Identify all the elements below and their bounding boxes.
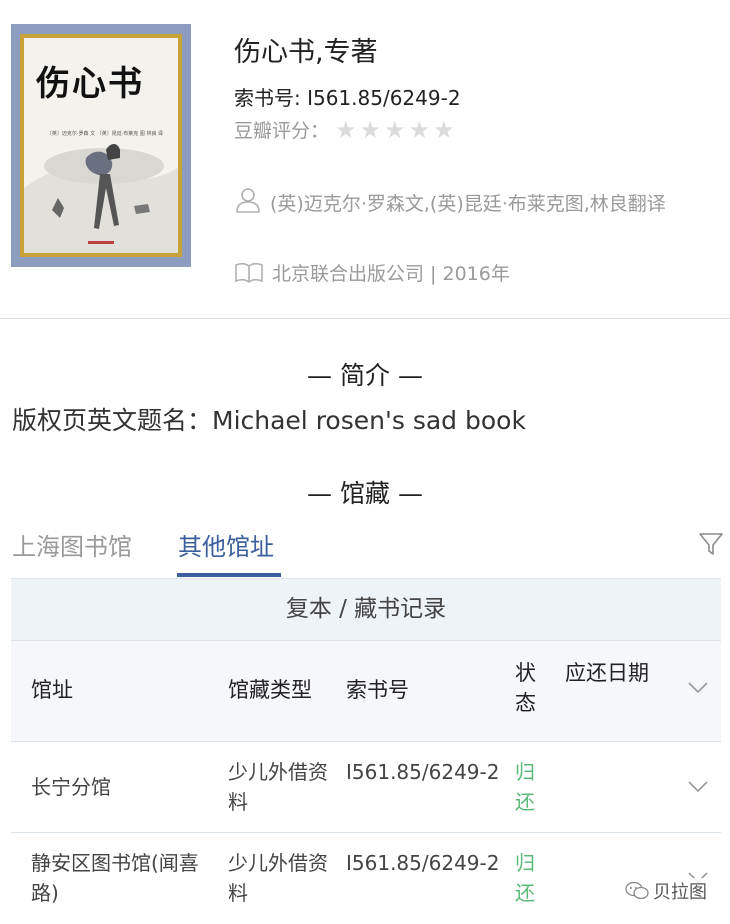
holdings-table: 复本 / 藏书记录 馆址 馆藏类型 索书号 状态 应还日期 长宁分馆 少儿外借资… — [11, 578, 721, 924]
book-cover[interactable]: 伤心书 〔英〕迈克尔·罗森 文 〔英〕昆廷·布莱克 图 林良 译 — [11, 24, 191, 267]
row-location: 静安区图书馆(闻喜路) — [31, 851, 199, 905]
col-location: 馆址 — [31, 678, 73, 702]
col-type: 馆藏类型 — [228, 678, 312, 702]
book-cover-art: 伤心书 〔英〕迈克尔·罗森 文 〔英〕昆廷·布莱克 图 林良 译 — [20, 34, 182, 257]
table-caption: 复本 / 藏书记录 — [11, 579, 721, 640]
row-type: 少儿外借资料 — [228, 760, 328, 814]
person-icon — [236, 188, 260, 213]
row-call-number: I561.85/6249-2 — [346, 851, 500, 875]
row-call-number: I561.85/6249-2 — [346, 760, 500, 784]
row-type: 少儿外借资料 — [228, 851, 328, 905]
publisher-line: 北京联合出版公司 | 2016年 — [234, 259, 510, 286]
filter-icon[interactable] — [698, 531, 724, 557]
star-icon: ★ — [384, 115, 406, 144]
chevron-down-icon[interactable] — [687, 780, 709, 794]
col-call-number: 索书号 — [346, 678, 409, 702]
watermark-text: 贝拉图 — [653, 882, 707, 903]
col-due-date: 应还日期 — [565, 661, 649, 685]
row-status: 归还 — [515, 851, 535, 905]
star-icon: ★ — [408, 115, 431, 144]
active-tab-indicator — [177, 573, 281, 577]
intro-heading: — 简介 — — [307, 361, 423, 390]
book-title: 伤心书,专著 — [234, 37, 378, 68]
row-location: 长宁分馆 — [31, 775, 111, 799]
star-icon: ★ — [433, 115, 455, 144]
watermark: 贝拉图 — [621, 878, 711, 904]
tab-other-branches[interactable]: 其他馆址 — [178, 527, 274, 562]
intro-text: 版权页英文题名：Michael rosen's sad book — [12, 406, 526, 435]
rating-label: 豆瓣评分： — [234, 120, 330, 142]
chevron-down-icon[interactable] — [687, 681, 709, 695]
header-divider — [0, 318, 730, 319]
author-line: (英)迈克尔·罗森文,(英)昆廷·布莱克图,林良翻译 — [234, 186, 724, 221]
tab-shanghai-library[interactable]: 上海图书馆 — [12, 527, 132, 562]
table-row[interactable]: 长宁分馆 少儿外借资料 I561.85/6249-2 归还 — [11, 741, 721, 832]
author-text: (英)迈克尔·罗森文,(英)昆廷·布莱克图,林良翻译 — [270, 193, 666, 215]
star-icon: ★ — [359, 115, 382, 144]
rating-stars: ★ ★ ★ ★ ★ — [335, 118, 455, 142]
publisher-text: 北京联合出版公司 | 2016年 — [272, 263, 510, 285]
holdings-heading: — 馆藏 — — [307, 479, 423, 508]
row-status: 归还 — [515, 760, 535, 814]
call-number: 索书号: I561.85/6249-2 — [234, 86, 461, 110]
table-row[interactable]: 静安区图书馆(闻喜路) 少儿外借资料 I561.85/6249-2 归还 — [11, 832, 721, 923]
cover-illustration — [24, 144, 178, 253]
douban-rating: 豆瓣评分： ★ ★ ★ ★ ★ — [234, 116, 455, 143]
table-header-row: 馆址 馆藏类型 索书号 状态 应还日期 — [11, 640, 721, 741]
col-status: 状态 — [515, 661, 536, 715]
wechat-icon — [625, 881, 649, 900]
book-open-icon — [235, 262, 263, 283]
star-icon: ★ — [335, 115, 357, 144]
